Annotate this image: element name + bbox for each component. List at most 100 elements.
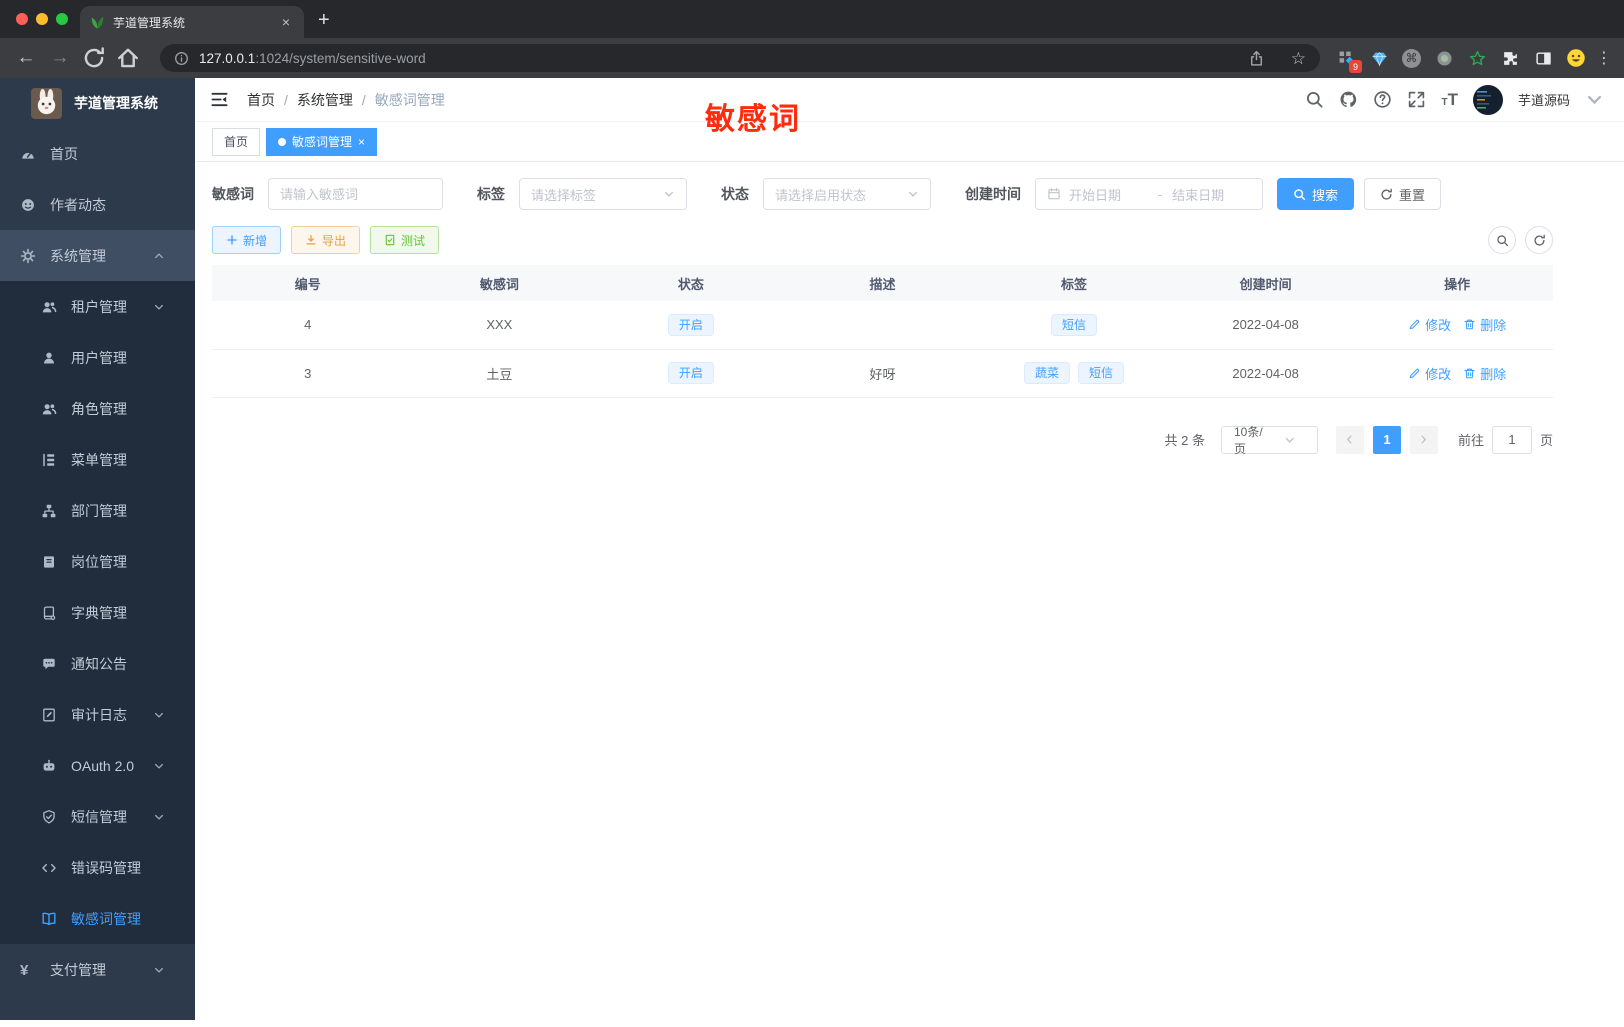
sidebar-item-dept[interactable]: 部门管理 [0, 485, 195, 536]
chevron-down-icon[interactable] [1585, 90, 1604, 109]
role-users-icon [41, 401, 57, 417]
page-size-select[interactable]: 10条/页 [1220, 425, 1318, 456]
github-icon[interactable] [1339, 90, 1358, 109]
keyword-input[interactable] [280, 186, 431, 202]
search-icon [1293, 188, 1306, 201]
extension-green-star-icon[interactable] [1467, 48, 1487, 68]
sidebar-item-label: 敏感词管理 [71, 910, 141, 927]
extension-gem-icon[interactable] [1369, 48, 1389, 68]
window-minimize-button[interactable] [36, 13, 48, 25]
edit-link[interactable]: 修改 [1408, 364, 1451, 383]
tab-close-icon[interactable]: × [278, 14, 294, 30]
test-button[interactable]: 测试 [370, 226, 440, 254]
extension-grid-diamond-icon[interactable]: 9 [1336, 48, 1362, 73]
table-header-row: 编号 敏感词 状态 描述 标签 创建时间 操作 [212, 265, 1553, 301]
refresh-table-button[interactable] [1525, 226, 1553, 254]
tag-select[interactable]: 请选择标签 [519, 178, 687, 210]
page-tab-bar: 首页 敏感词管理 × [195, 122, 1624, 162]
breadcrumb: 首页 / 系统管理 / 敏感词管理 [247, 90, 445, 110]
goto-page-input[interactable] [1491, 425, 1532, 454]
cell-id: 4 [212, 301, 404, 350]
robot-icon [41, 758, 57, 774]
extension-command-icon[interactable]: ⌘ [1402, 48, 1421, 68]
window-zoom-button[interactable] [56, 13, 68, 25]
extensions-puzzle-icon[interactable] [1500, 48, 1520, 68]
sidebar-item-home[interactable]: 首页 [0, 128, 195, 179]
sidebar-item-dict[interactable]: 字典管理 [0, 587, 195, 638]
collapse-sidebar-icon[interactable] [210, 90, 229, 109]
sidebar-item-label: 错误码管理 [71, 859, 141, 876]
new-tab-button[interactable]: + [318, 7, 330, 33]
address-bar[interactable]: 127.0.0.1:1024/system/sensitive-word ☆ [160, 44, 1320, 72]
sidebar-item-tenant[interactable]: 租户管理 [0, 281, 195, 332]
org-chart-icon [41, 503, 57, 519]
sidebar-item-menu[interactable]: 菜单管理 [0, 434, 195, 485]
sidebar-logo-row[interactable]: 芋道管理系统 [0, 78, 195, 128]
search-button[interactable]: 搜索 [1277, 178, 1355, 210]
user-name[interactable]: 芋道源码 [1518, 90, 1570, 109]
bookmark-star-icon[interactable]: ☆ [1291, 50, 1306, 67]
current-page-button[interactable]: 1 [1372, 425, 1401, 454]
window-close-button[interactable] [16, 13, 28, 25]
export-button[interactable]: 导出 [291, 226, 361, 254]
profile-emoji-avatar[interactable] [1566, 48, 1586, 68]
sidebar-item-errcode[interactable]: 错误码管理 [0, 842, 195, 893]
add-button[interactable]: 新增 [212, 226, 282, 254]
sidebar-item-author[interactable]: 作者动态 [0, 179, 195, 230]
breadcrumb-item[interactable]: 首页 [247, 90, 275, 110]
next-page-button[interactable] [1409, 425, 1438, 454]
sidebar-item-notice[interactable]: 通知公告 [0, 638, 195, 689]
page-tab-首页[interactable]: 首页 [212, 127, 261, 156]
home-icon[interactable] [116, 46, 140, 70]
breadcrumb-item[interactable]: 系统管理 [297, 90, 353, 110]
browser-menu-icon[interactable]: ⋮ [1596, 48, 1612, 68]
chevron-down-icon [151, 964, 167, 976]
search-icon[interactable] [1305, 90, 1324, 109]
browser-tab[interactable]: 芋道管理系统 × [80, 6, 304, 38]
side-panel-icon[interactable] [1533, 48, 1553, 68]
edit-link[interactable]: 修改 [1408, 315, 1451, 334]
user-icon [41, 350, 57, 366]
forward-icon[interactable]: → [48, 47, 72, 69]
keyword-label: 敏感词 [212, 186, 254, 202]
font-size-icon[interactable]: TT [1441, 91, 1458, 108]
chevron-down-icon [663, 188, 675, 200]
delete-link[interactable]: 删除 [1463, 364, 1506, 383]
toggle-search-button[interactable] [1488, 226, 1516, 254]
date-range-picker[interactable]: 开始日期 - 结束日期 [1035, 178, 1263, 210]
audit-log-icon [41, 707, 57, 723]
tab-close-icon[interactable]: × [358, 135, 365, 149]
sidebar-item-sms[interactable]: 短信管理 [0, 791, 195, 842]
back-icon[interactable]: ← [14, 47, 38, 69]
sidebar-item-pay[interactable]: ¥ 支付管理 [0, 944, 195, 995]
reload-icon[interactable] [82, 46, 106, 70]
status-select[interactable]: 请选择启用状态 [763, 178, 931, 210]
fullscreen-icon[interactable] [1407, 90, 1426, 109]
status-badge: 开启 [667, 313, 714, 336]
delete-link[interactable]: 删除 [1463, 315, 1506, 334]
sidebar-menu: 首页 作者动态 系统管理 租户管理 用户管理 角色管理 菜单管理部门管理岗位管理 字典管理 通知… [0, 128, 195, 995]
share-icon[interactable] [1248, 50, 1265, 67]
sensitive-word-table: 编号 敏感词 状态 描述 标签 创建时间 操作 4 XXX 开启 短信 2022-04-08 修改 删除… [212, 265, 1553, 398]
extension-circle-icon[interactable] [1434, 48, 1454, 68]
shield-check-icon [41, 809, 57, 825]
sidebar-item-system[interactable]: 系统管理 [0, 230, 195, 281]
site-info-icon[interactable] [174, 51, 189, 66]
refresh-icon [1533, 234, 1546, 247]
page-tab-敏感词管理[interactable]: 敏感词管理 × [266, 127, 378, 156]
menu-tree-icon [41, 452, 57, 468]
sidebar-item-label: 部门管理 [71, 502, 127, 519]
user-avatar[interactable] [1472, 84, 1503, 115]
chevron-left-icon [1344, 434, 1355, 445]
prev-page-button[interactable] [1335, 425, 1364, 454]
help-icon[interactable] [1373, 90, 1392, 109]
sidebar-item-post[interactable]: 岗位管理 [0, 536, 195, 587]
sidebar-item-user[interactable]: 用户管理 [0, 332, 195, 383]
sidebar-item-sensitive[interactable]: 敏感词管理 [0, 893, 195, 944]
sidebar-item-oauth[interactable]: OAuth 2.0 [0, 740, 195, 791]
sidebar-item-audit[interactable]: 审计日志 [0, 689, 195, 740]
sidebar-item-role[interactable]: 角色管理 [0, 383, 195, 434]
chevron-down-icon [1271, 434, 1309, 446]
reset-button[interactable]: 重置 [1364, 178, 1442, 210]
column-header: 敏感词 [403, 265, 596, 301]
